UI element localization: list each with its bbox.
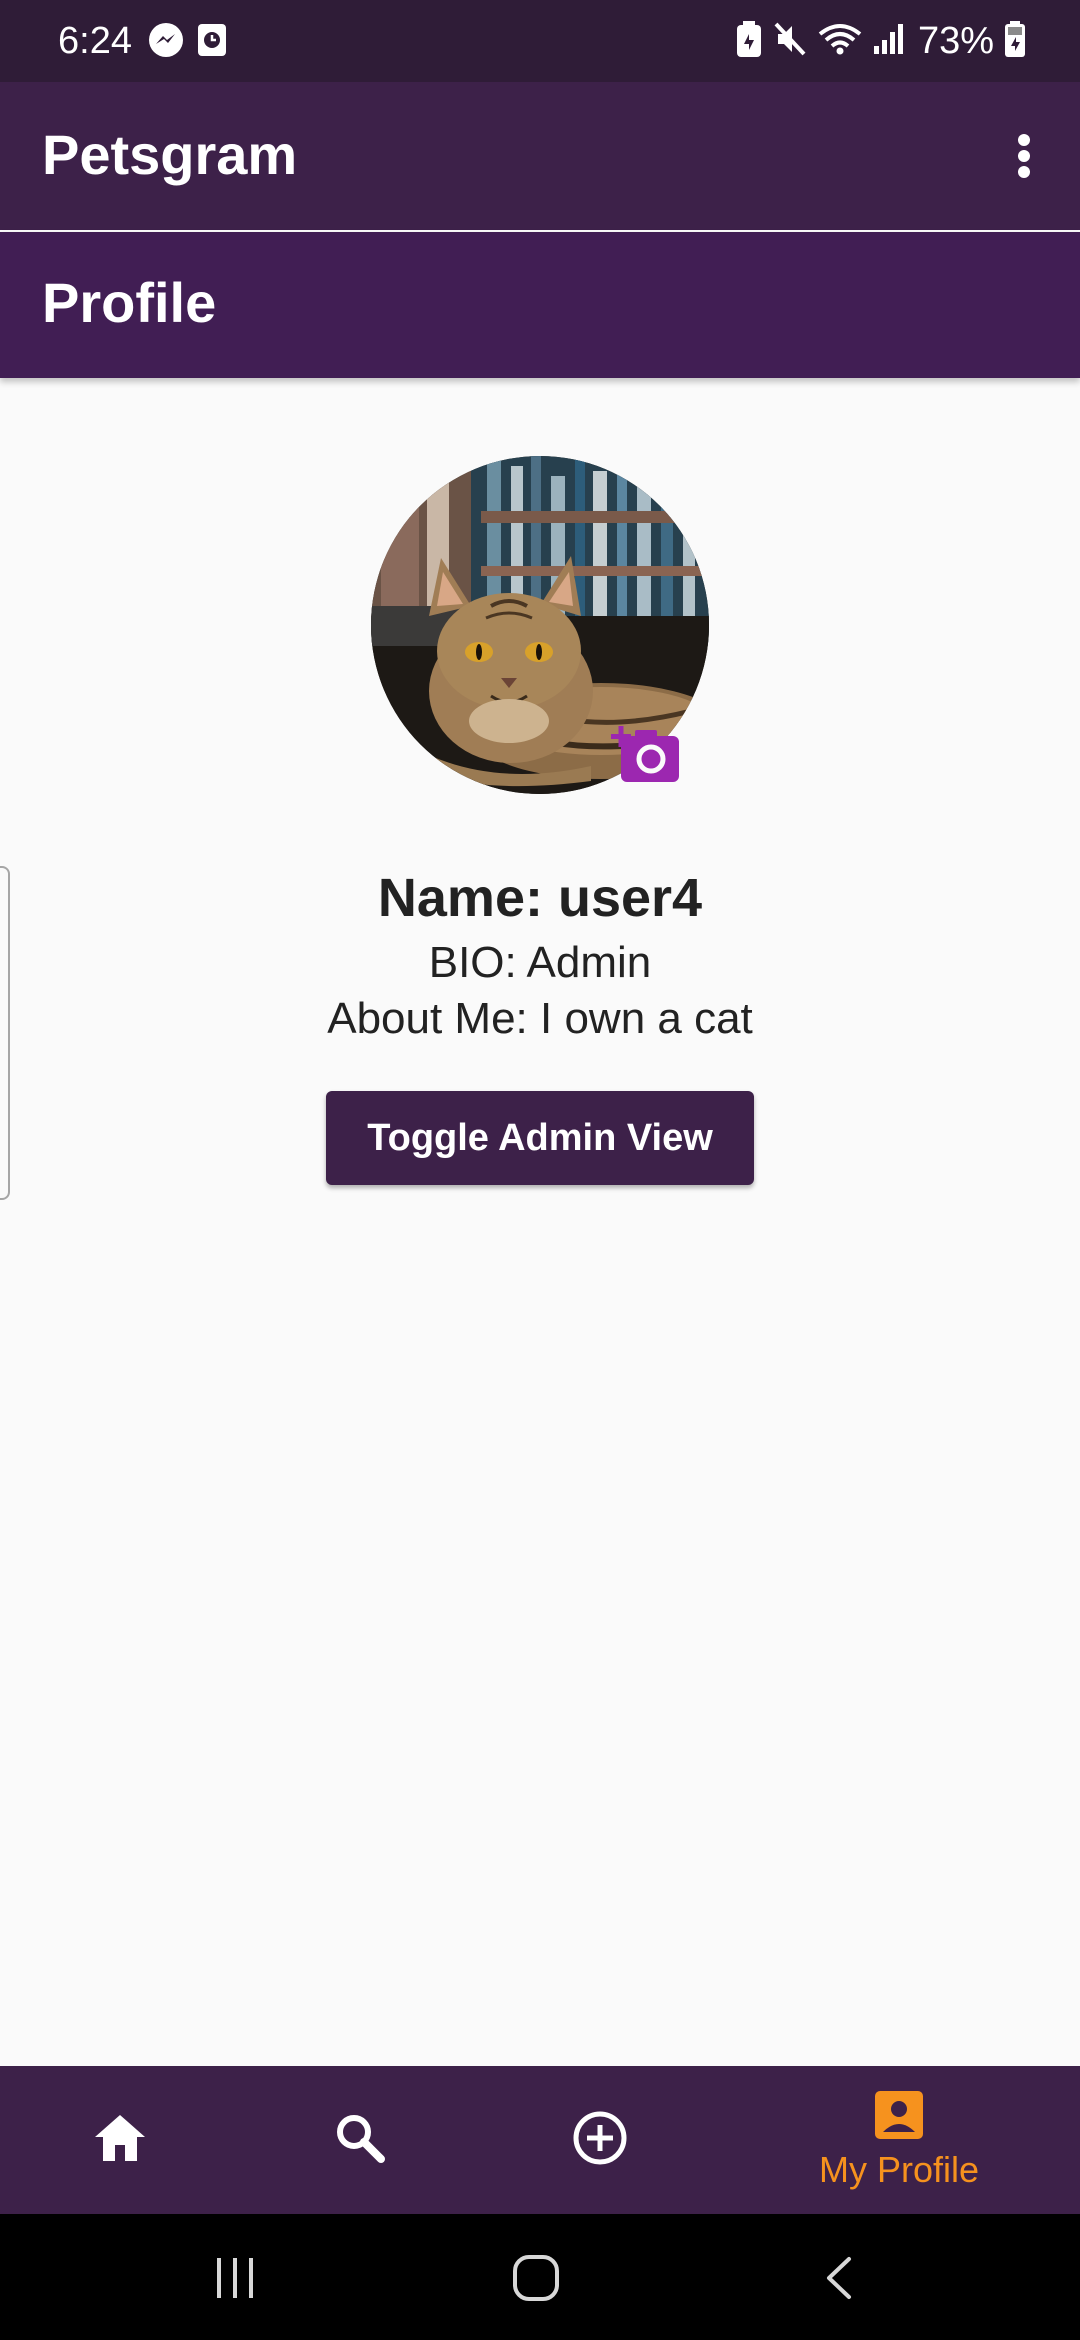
status-time: 6:24 xyxy=(58,20,132,62)
messenger-icon xyxy=(148,22,184,63)
battery-icon xyxy=(1004,20,1026,63)
page-header: Profile xyxy=(0,232,1080,378)
nav-my-profile-label: My Profile xyxy=(818,2148,980,2190)
more-vert-icon[interactable] xyxy=(988,116,1060,196)
nav-add[interactable] xyxy=(500,2066,700,2214)
app-title: Petsgram xyxy=(42,123,298,186)
profile-about: About Me: I own a cat xyxy=(327,994,753,1043)
profile-name: Name: user4 xyxy=(377,868,703,928)
account-box-icon xyxy=(874,2090,924,2145)
signal-icon xyxy=(872,20,906,63)
bottom-nav: My Profile xyxy=(0,2066,1080,2214)
search-icon xyxy=(335,2113,385,2168)
nav-my-profile[interactable]: My Profile xyxy=(799,2066,999,2214)
avatar-container xyxy=(371,456,709,794)
profile-bio: BIO: Admin xyxy=(428,938,652,987)
wifi-icon xyxy=(818,20,862,63)
status-bar: 6:24 73% xyxy=(0,0,1080,82)
app-bar: Petsgram xyxy=(0,82,1080,230)
battery-percent: 73% xyxy=(917,20,994,62)
screen-time-icon xyxy=(196,22,228,63)
home-button[interactable] xyxy=(508,2250,564,2306)
home-icon xyxy=(93,2113,147,2168)
toggle-admin-view-button[interactable]: Toggle Admin View xyxy=(326,1091,754,1185)
nav-search[interactable] xyxy=(260,2066,460,2214)
add-circle-icon xyxy=(572,2110,628,2171)
battery-saver-icon xyxy=(736,20,762,63)
nav-home[interactable] xyxy=(20,2066,220,2214)
system-nav-bar xyxy=(0,2214,1080,2340)
mute-icon xyxy=(772,20,808,63)
back-button[interactable] xyxy=(818,2250,858,2306)
recent-apps-button[interactable] xyxy=(210,2250,260,2306)
page-title: Profile xyxy=(42,271,217,334)
add-photo-icon[interactable] xyxy=(611,724,681,784)
